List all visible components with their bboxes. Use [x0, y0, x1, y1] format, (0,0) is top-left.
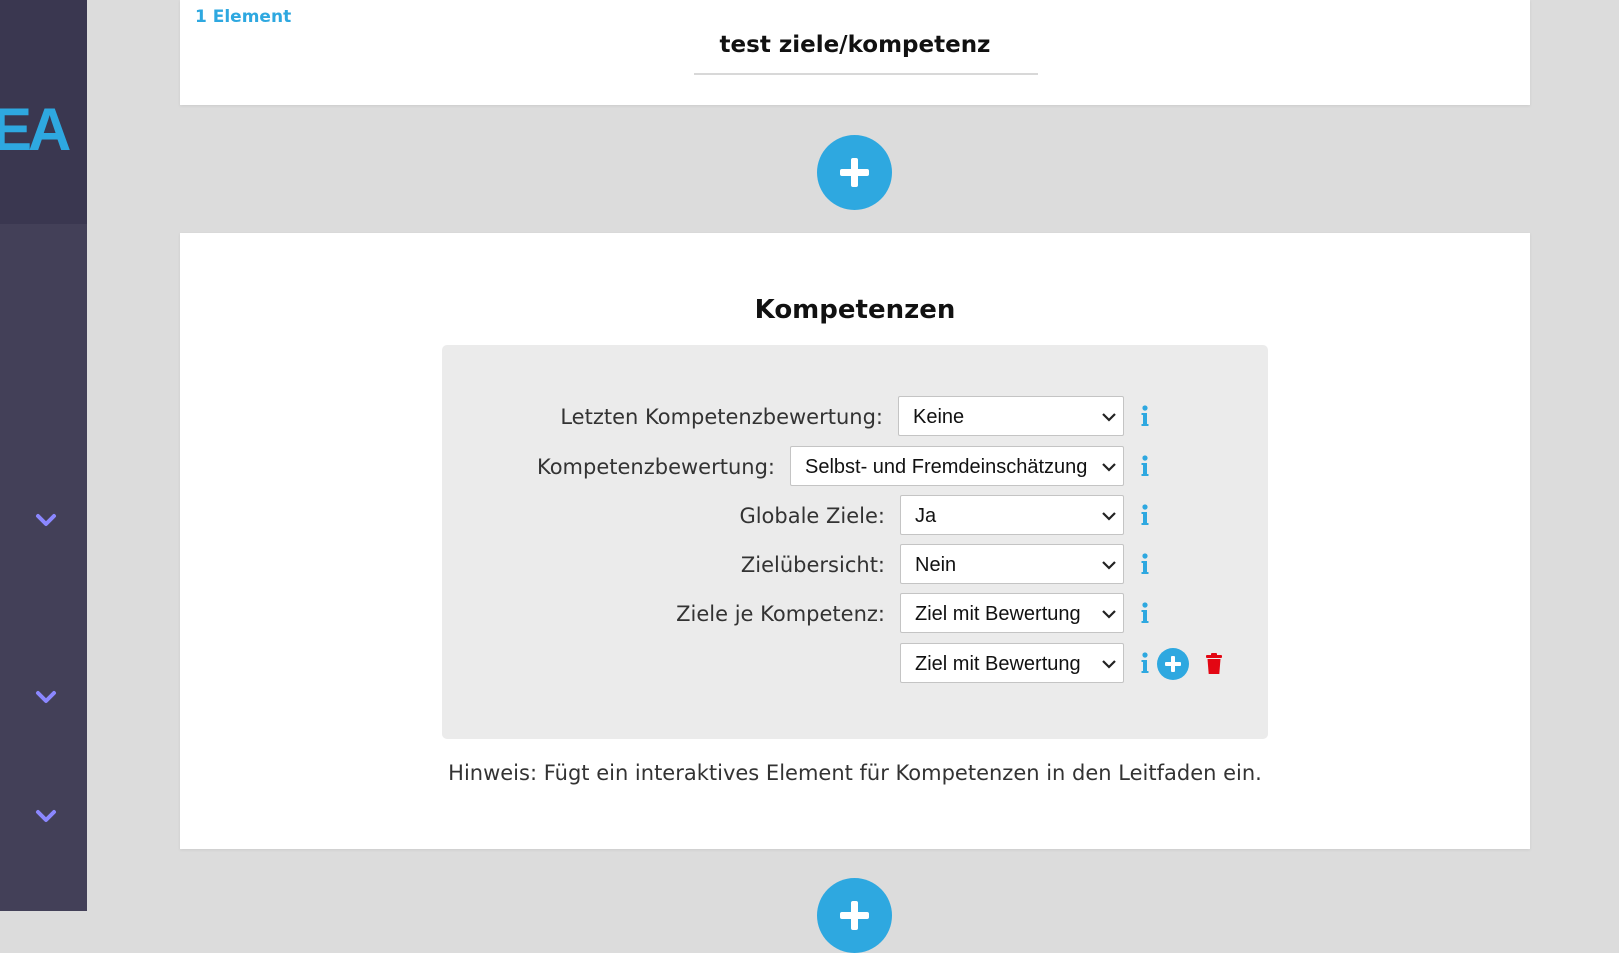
section-heading: Kompetenzen [754, 295, 956, 325]
form-label: Zielübersicht: [740, 553, 885, 577]
select-assessment-type[interactable]: Selbst- und Fremdeinschätzung [790, 446, 1124, 486]
sidebar: EA [0, 0, 87, 911]
select-global-goals[interactable]: Ja [900, 495, 1124, 535]
select-goals-per-competence-extra[interactable]: Ziel mit Bewertung [900, 643, 1124, 683]
element-card: 1 Element test ziele/kompetenz [180, 0, 1530, 105]
form-label: Ziele je Kompetenz: [676, 602, 885, 626]
form-row: Zielübersicht: Nein [442, 544, 1268, 586]
plus-icon [1165, 656, 1181, 672]
select-goals-per-competence[interactable]: Ziel mit Bewertung [900, 593, 1124, 633]
select-value: Ja [915, 505, 937, 527]
form-row: Globale Ziele: Ja [442, 495, 1268, 537]
select-goal-overview[interactable]: Nein [900, 544, 1124, 584]
hint-text: Hinweis: Fügt ein interaktives Element f… [448, 761, 1262, 785]
info-icon[interactable] [1139, 454, 1151, 478]
chevron-down-icon [1102, 660, 1116, 669]
form-label: Letzten Kompetenzbewertung: [560, 405, 883, 429]
info-icon[interactable] [1139, 503, 1151, 527]
form-row: Letzten Kompetenzbewertung: Keine [442, 396, 1268, 438]
select-value: Ziel mit Bewertung [915, 653, 1081, 675]
title-underline [694, 73, 1038, 75]
settings-panel: Letzten Kompetenzbewertung: Keine Kompet… [442, 345, 1268, 739]
select-value: Selbst- und Fremdeinschätzung [805, 456, 1088, 478]
info-icon[interactable] [1139, 404, 1151, 428]
select-value: Keine [913, 406, 965, 428]
chevron-down-icon [1102, 561, 1116, 570]
form-label: Kompetenzbewertung: [536, 455, 775, 479]
chevron-down-icon [1102, 512, 1116, 521]
add-element-button[interactable] [817, 878, 892, 953]
info-icon[interactable] [1139, 651, 1151, 675]
info-icon[interactable] [1139, 601, 1151, 625]
chevron-down-icon[interactable] [34, 808, 58, 824]
add-element-button[interactable] [817, 135, 892, 210]
element-count[interactable]: 1 Element [195, 7, 291, 27]
kompetenzen-card: Kompetenzen Letzten Kompetenzbewertung: … [180, 233, 1530, 849]
element-title[interactable]: test ziele/kompetenz [180, 32, 1530, 58]
chevron-down-icon[interactable] [34, 512, 58, 528]
logo-area: EA [0, 0, 87, 224]
logo: EA [0, 96, 71, 163]
plus-icon [840, 158, 869, 187]
chevron-down-icon[interactable] [34, 689, 58, 705]
chevron-down-icon [1102, 413, 1116, 422]
plus-icon [840, 901, 869, 930]
form-row: Ziele je Kompetenz: Ziel mit Bewertung [442, 593, 1268, 635]
chevron-down-icon [1102, 610, 1116, 619]
form-row: Kompetenzbewertung: Selbst- und Fremdein… [442, 446, 1268, 488]
form-row: Ziel mit Bewertung [442, 643, 1268, 685]
chevron-down-icon [1102, 463, 1116, 472]
select-value: Nein [915, 554, 957, 576]
select-last-assessment[interactable]: Keine [898, 396, 1124, 436]
info-icon[interactable] [1139, 552, 1151, 576]
select-value: Ziel mit Bewertung [915, 603, 1081, 625]
add-row-button[interactable] [1157, 648, 1189, 680]
trash-icon[interactable] [1205, 653, 1223, 675]
form-label: Globale Ziele: [739, 504, 885, 528]
